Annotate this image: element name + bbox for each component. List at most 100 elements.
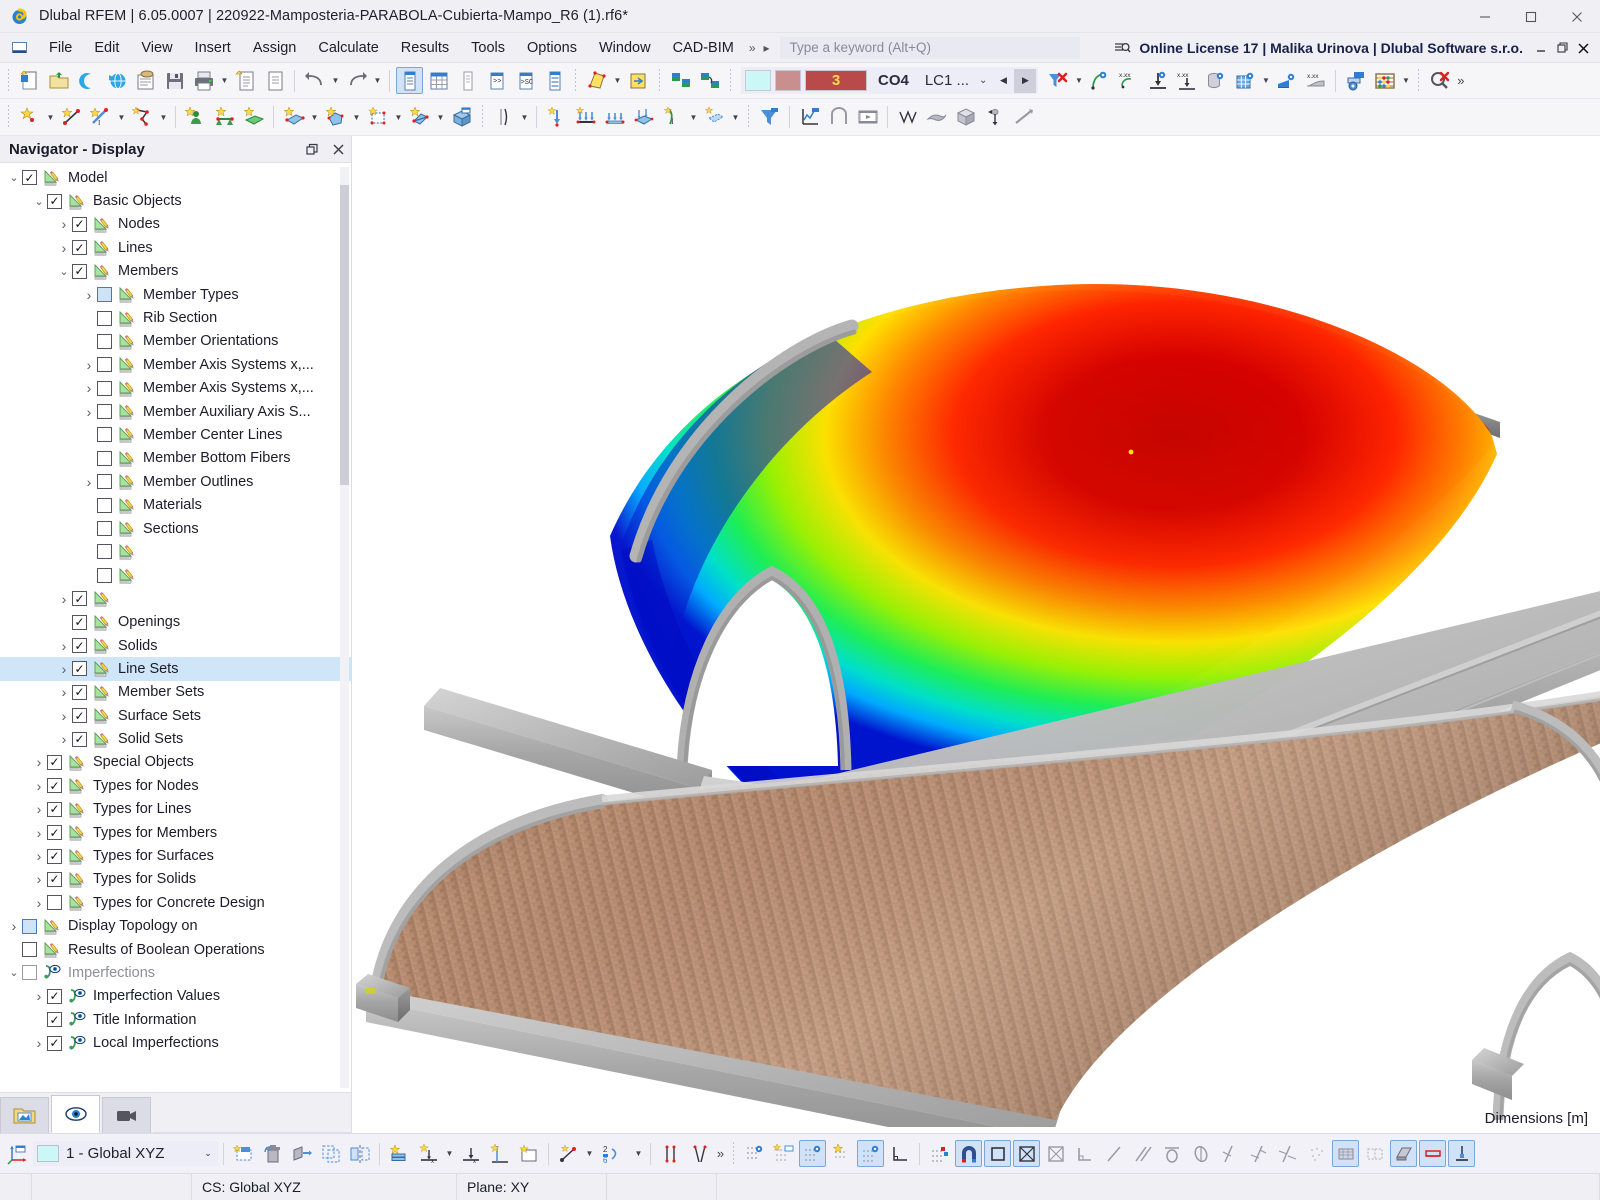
snap-parallel-icon[interactable] xyxy=(1129,1140,1156,1167)
toolbar-grip[interactable] xyxy=(8,105,9,129)
tree-checkbox[interactable]: ✓ xyxy=(72,216,87,232)
tree-item-members[interactable]: ⌄ ✓ Members xyxy=(0,260,351,283)
filter-dropdown-icon[interactable]: ▼ xyxy=(1072,67,1085,94)
move-icon[interactable] xyxy=(981,104,1008,131)
menu-item-insert[interactable]: Insert xyxy=(184,33,242,63)
tree-item-member-auxiliary-axis-s[interactable]: › Member Auxiliary Axis S... xyxy=(0,400,351,423)
console-icon[interactable]: >> xyxy=(483,67,510,94)
chevron-right-icon[interactable]: › xyxy=(56,731,72,747)
calculation-dropdown-icon[interactable]: ▼ xyxy=(1399,67,1412,94)
tree-item-line-sets[interactable]: › ✓ Line Sets xyxy=(0,657,351,681)
navigator-panel-icon[interactable] xyxy=(396,67,423,94)
doc-close-button[interactable] xyxy=(1573,33,1594,63)
member-star-icon[interactable] xyxy=(406,104,433,131)
menu-item-assign[interactable]: Assign xyxy=(242,33,308,63)
tree-item-member-bottom-fibers[interactable]: Member Bottom Fibers xyxy=(0,447,351,470)
loadcase-select[interactable]: LC1 ... ⌄ xyxy=(917,68,993,93)
tree-checkbox[interactable]: ✓ xyxy=(72,263,87,279)
chevron-right-icon[interactable]: › xyxy=(6,918,22,934)
result-color-cool-swatch[interactable] xyxy=(745,70,771,91)
snap-nearest-icon[interactable] xyxy=(1303,1140,1330,1167)
model-3d-render[interactable] xyxy=(352,136,1600,1127)
view-cube-icon[interactable] xyxy=(952,104,979,131)
tree-checkbox[interactable] xyxy=(97,357,112,373)
menu-item-view[interactable]: View xyxy=(130,33,183,63)
divide-dropdown-icon[interactable]: ▼ xyxy=(632,1140,645,1167)
redo-dropdown-icon[interactable]: ▼ xyxy=(371,67,384,94)
tree-item-types-for-members[interactable]: › ✓ Types for Members xyxy=(0,821,351,844)
tree-checkbox[interactable]: ✓ xyxy=(72,684,87,700)
list-panel-icon[interactable] xyxy=(454,67,481,94)
tree-checkbox[interactable]: ✓ xyxy=(47,871,62,887)
tree-checkbox[interactable]: ✓ xyxy=(72,708,87,724)
chevron-down-icon[interactable]: ⌄ xyxy=(31,195,47,208)
tree-item-member-outlines[interactable]: › Member Outlines xyxy=(0,470,351,493)
align-x-icon[interactable]: x xyxy=(415,1140,442,1167)
new-model-button[interactable] xyxy=(16,67,43,94)
render-style-icon[interactable] xyxy=(583,67,610,94)
menu-item-window[interactable]: Window xyxy=(588,33,662,63)
navigator-close-button[interactable] xyxy=(325,136,351,163)
tree-item-surface-sets[interactable]: › ✓ Surface Sets xyxy=(0,704,351,727)
report-new-icon[interactable] xyxy=(232,67,259,94)
tree-checkbox[interactable] xyxy=(97,404,112,420)
cloud-icon[interactable] xyxy=(74,67,101,94)
tree-item-types-for-nodes[interactable]: › ✓ Types for Nodes xyxy=(0,774,351,797)
bottom-toolbar-overflow-icon[interactable]: » xyxy=(714,1140,727,1167)
tree-checkbox[interactable]: ✓ xyxy=(72,731,87,747)
tree-item-nodes[interactable]: › ✓ Nodes xyxy=(0,213,351,236)
tree-checkbox[interactable]: ✓ xyxy=(47,778,62,794)
tree-checkbox[interactable]: ✓ xyxy=(47,1012,62,1028)
stack-icon[interactable] xyxy=(386,1140,413,1167)
clear-results-icon[interactable] xyxy=(1426,67,1453,94)
align-x-dropdown-icon[interactable]: ▼ xyxy=(443,1140,456,1167)
navigator-tree[interactable]: ⌄ ✓ Model ⌄ ✓ Basic Objects › ✓ Nodes › ✓ Lines ⌄ ✓ Me… xyxy=(0,163,351,1092)
snap-magnet-icon[interactable] xyxy=(955,1140,982,1167)
block-icon[interactable] xyxy=(448,104,475,131)
work-grid-icon[interactable] xyxy=(1361,1140,1388,1167)
loadcase-prev-button[interactable]: ◀ xyxy=(992,69,1014,93)
tree-item-types-for-lines[interactable]: › ✓ Types for Lines xyxy=(0,798,351,821)
support-reaction-icon[interactable] xyxy=(1144,67,1171,94)
tree-item-solid-sets[interactable]: › ✓ Solid Sets xyxy=(0,727,351,750)
navigator-scrollbar-thumb[interactable] xyxy=(340,185,349,485)
render-style-dropdown-icon[interactable]: ▼ xyxy=(611,67,624,94)
result-color-warm-swatch[interactable] xyxy=(775,70,801,91)
opening-icon[interactable] xyxy=(364,104,391,131)
tree-item-basic-objects[interactable]: ⌄ ✓ Basic Objects xyxy=(0,189,351,212)
printer-dropdown-icon[interactable]: ▼ xyxy=(218,67,231,94)
visibility-box-icon[interactable] xyxy=(625,67,652,94)
window-minimize-button[interactable] xyxy=(1462,0,1508,33)
render-support-icon[interactable] xyxy=(1448,1140,1475,1167)
tree-checkbox[interactable]: ✓ xyxy=(72,614,87,630)
tree-checkbox[interactable]: ✓ xyxy=(72,591,87,607)
chevron-right-icon[interactable]: › xyxy=(81,474,97,490)
tree-item-title-information[interactable]: ✓ Title Information xyxy=(0,1008,351,1031)
toolbar-grip[interactable] xyxy=(733,1141,734,1166)
toolbar-grip[interactable] xyxy=(8,68,9,93)
menu-item-file[interactable]: File xyxy=(38,33,83,63)
toolbar-grip[interactable] xyxy=(748,105,749,129)
tree-item-blank-17[interactable] xyxy=(0,564,351,587)
tree-item-special-objects[interactable]: › ✓ Special Objects xyxy=(0,751,351,774)
loadcase-next-button[interactable]: ▶ xyxy=(1014,68,1037,93)
load-diagram-icon[interactable] xyxy=(796,104,823,131)
tree-checkbox[interactable] xyxy=(97,427,112,443)
delete-object-icon[interactable] xyxy=(259,1140,286,1167)
snap-intersect-icon[interactable] xyxy=(1274,1140,1301,1167)
node-dropdown-icon[interactable]: ▼ xyxy=(44,104,57,131)
opening-dropdown-icon[interactable]: ▼ xyxy=(392,104,405,131)
chevron-right-icon[interactable]: › xyxy=(31,895,47,911)
tree-checkbox[interactable] xyxy=(97,544,112,560)
xxx-values-icon[interactable]: x.xx xyxy=(1115,67,1142,94)
area-load-dropdown-icon[interactable]: ▼ xyxy=(729,104,742,131)
undo-arrow-icon[interactable] xyxy=(301,67,328,94)
imperfection-dropdown-icon[interactable]: ▼ xyxy=(518,104,531,131)
line-load-icon[interactable] xyxy=(601,104,628,131)
line-variant-dropdown-icon[interactable]: ▼ xyxy=(115,104,128,131)
doc-restore-button[interactable] xyxy=(1552,33,1573,63)
chevron-down-icon[interactable]: ⌄ xyxy=(56,265,72,278)
chevron-right-icon[interactable]: › xyxy=(31,1035,47,1051)
tree-checkbox[interactable] xyxy=(97,521,112,537)
main-toolbar-overflow-icon[interactable]: » xyxy=(1454,67,1467,94)
